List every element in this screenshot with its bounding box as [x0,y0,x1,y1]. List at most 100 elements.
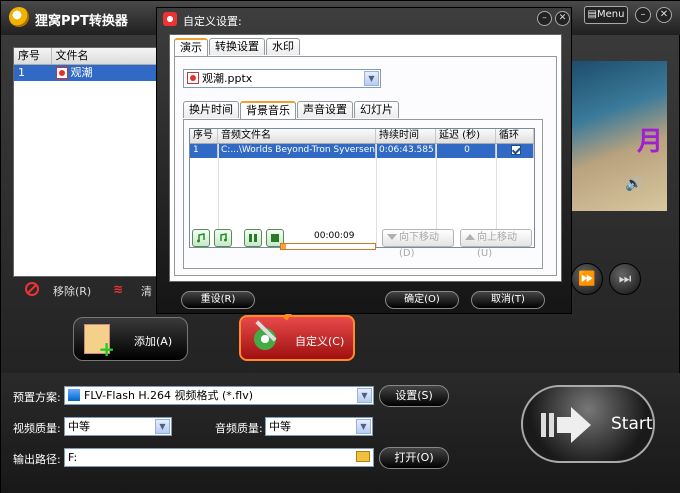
chevron-down-icon[interactable]: ▼ [364,71,379,86]
column-header-index[interactable]: 序号 [190,129,218,143]
file-row[interactable]: 1 观潮 [14,65,162,81]
remove-button[interactable]: 移除(R) [53,283,91,299]
stop-icon [271,234,279,242]
custom-button-label: 自定义(C) [295,335,345,348]
video-quality-select[interactable]: 中等 ▼ [64,417,172,436]
audio-row-duration: 0:06:43.585 [376,144,436,158]
output-path-value: F: [68,451,78,464]
column-header-audio-file[interactable]: 音频文件名 [218,129,376,143]
preset-value: FLV-Flash H.264 视频格式 (*.flv) [84,389,254,402]
start-button[interactable]: Start [521,385,655,463]
tools-gear-icon [251,325,279,353]
playback-progress[interactable] [280,243,376,250]
app-title: 狸窝PPT转换器 [35,14,128,29]
preview-screen: 月 🔊 [567,61,667,211]
app-logo-icon [9,7,29,27]
dialog-body: 演示 转换设置 水印 观潮.pptx ▼ 换片时间 背景音乐 声音设置 幻灯片 … [169,34,562,282]
music-edit-icon [220,233,227,242]
table-row[interactable]: 1 C:...\Worlds Beyond-Tron Syversen.mp3 … [190,144,534,158]
dialog-minimize-button[interactable]: – [537,11,552,26]
column-header-duration[interactable]: 持续时间 [376,129,436,143]
ok-button[interactable]: 确定(O) [385,291,459,309]
fast-forward-button[interactable]: ⏩ [571,263,603,295]
file-row-name-cell: 观潮 [52,65,162,81]
menu-label: Menu [596,9,625,20]
column-header-delay[interactable]: 延迟 (秒) [436,129,496,143]
remove-icon[interactable] [25,282,39,296]
add-file-icon [84,324,115,361]
subtab-slide-timing[interactable]: 换片时间 [183,101,239,118]
clear-icon[interactable]: ≋ [113,282,123,296]
video-quality-label: 视频质量: [13,422,61,435]
move-down-button[interactable]: 向下移动(D) [382,229,454,259]
video-quality-value: 中等 [68,420,90,433]
music-add-icon [197,233,205,243]
loop-checkbox[interactable] [511,145,521,155]
add-music-button[interactable] [192,229,210,247]
file-row-index: 1 [18,66,25,79]
cancel-button[interactable]: 取消(T) [471,291,545,309]
start-arrow-icon [541,407,591,443]
flv-format-icon [68,389,80,401]
playback-progress-fill [281,244,286,249]
close-button[interactable]: ✕ [656,7,672,23]
arrow-down-icon [387,234,397,240]
add-button[interactable]: 添加(A) [73,317,188,361]
tab-presentation[interactable]: 演示 [174,38,208,56]
ppt-file-icon [187,72,199,84]
dialog-close-button[interactable]: ✕ [555,11,570,26]
tab-watermark[interactable]: 水印 [266,38,300,55]
grid-divider [376,144,377,247]
playback-time: 00:00:09 [314,231,355,241]
subtab-background-music[interactable]: 背景音乐 [240,101,296,119]
start-label: Start [611,414,653,434]
preview-slide-title: 月 [637,127,664,157]
presentation-file-select[interactable]: 观潮.pptx ▼ [183,69,381,88]
audio-row-loop-cell [496,144,534,158]
open-button[interactable]: 打开(O) [379,447,449,469]
subtabs: 换片时间 背景音乐 声音设置 幻灯片 [183,101,400,119]
minimize-button[interactable]: – [635,7,651,23]
audio-row-file: C:...\Worlds Beyond-Tron Syversen.mp3 [218,144,376,158]
audio-row-delay: 0 [436,144,496,158]
file-row-name: 观潮 [70,66,93,79]
menu-button[interactable]: ▤Menu [584,6,628,24]
file-list[interactable]: 序号 文件名 1 观潮 [13,47,163,277]
folder-icon[interactable] [356,451,370,462]
edit-music-button[interactable] [214,229,232,247]
audio-quality-value: 中等 [269,420,291,433]
audio-quality-label: 音频质量: [215,422,263,435]
next-button[interactable]: ⏭ [609,263,641,295]
tab-conversion-settings[interactable]: 转换设置 [209,38,265,55]
settings-button[interactable]: 设置(S) [379,385,449,407]
reset-button[interactable]: 重设(R) [181,291,255,309]
move-up-button[interactable]: 向上移动(U) [460,229,532,259]
clear-button[interactable]: 清 [141,283,152,299]
audio-grid-header: 序号 音频文件名 持续时间 延迟 (秒) 循环 [190,129,534,144]
dialog-tabs: 演示 转换设置 水印 [174,38,301,56]
pause-button[interactable] [244,229,262,247]
column-header-loop[interactable]: 循环 [496,129,534,143]
preset-select[interactable]: FLV-Flash H.264 视频格式 (*.flv) ▼ [64,386,374,405]
chevron-down-icon[interactable]: ▼ [155,419,170,434]
subtab-slides[interactable]: 幻灯片 [354,101,399,118]
output-path-label: 输出路径: [13,453,61,466]
column-header-filename[interactable]: 文件名 [52,48,162,64]
audio-row-index: 1 [190,144,218,158]
speaker-icon: 🔊 [625,176,643,192]
pause-icon [249,234,257,242]
custom-settings-dialog: 自定义设置: – ✕ 演示 转换设置 水印 观潮.pptx ▼ 换片时间 背景音… [156,7,572,314]
file-list-header: 序号 文件名 [14,48,162,65]
chevron-down-icon[interactable]: ▼ [356,419,371,434]
presentation-file-value: 观潮.pptx [202,72,253,85]
chevron-down-icon[interactable]: ▼ [357,388,372,403]
column-header-index[interactable]: 序号 [14,48,52,64]
ppt-file-icon [55,67,68,79]
output-path-field[interactable]: F: [64,448,374,467]
list-tools: 移除(R) ≋ 清 [13,280,163,300]
preset-label: 预置方案: [13,391,61,404]
menu-icon: ▤ [587,9,597,20]
add-button-label: 添加(A) [134,335,173,348]
subtab-sound-settings[interactable]: 声音设置 [297,101,353,118]
audio-quality-select[interactable]: 中等 ▼ [265,417,373,436]
